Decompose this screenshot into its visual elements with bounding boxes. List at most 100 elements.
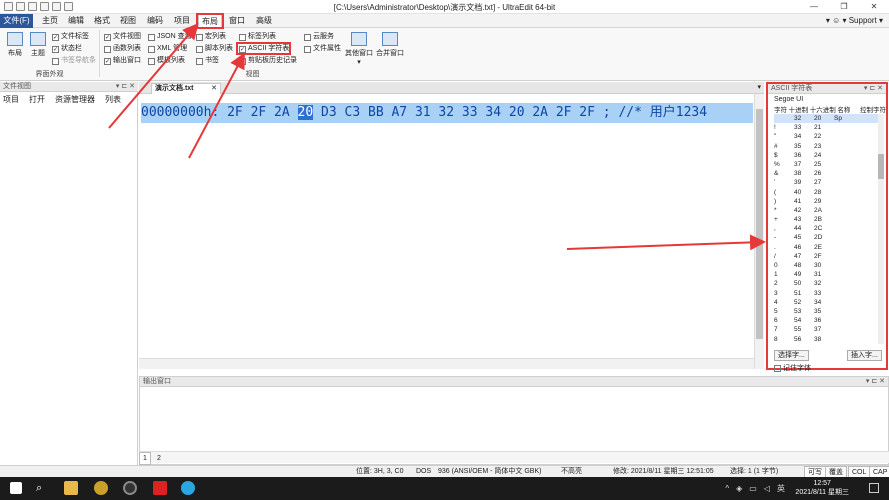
ascii-row[interactable]: , 44 2C — [774, 224, 880, 233]
ascii-row[interactable]: 8 56 38 — [774, 335, 880, 344]
status-highlight[interactable]: 不高亮 — [561, 466, 582, 477]
ascii-row[interactable]: - 45 2D — [774, 233, 880, 242]
output-panel-controls[interactable]: ▾ ⊏ ✕ — [866, 377, 885, 387]
editor-vertical-scrollbar[interactable] — [754, 94, 764, 369]
ascii-row[interactable]: ' 39 27 — [774, 178, 880, 187]
toggle-json-viewer[interactable]: JSON 查看 — [148, 32, 192, 42]
shield-icon[interactable]: ◈ — [736, 477, 742, 500]
toggle-cloud-services[interactable]: 云服务 — [304, 32, 334, 42]
wps-icon[interactable] — [153, 481, 167, 495]
tab-open[interactable]: 打开 — [29, 94, 45, 105]
tab-demo-file[interactable]: 演示文档.txt ✕ — [151, 83, 221, 94]
close-button[interactable]: ✕ — [859, 0, 889, 14]
media-app-icon[interactable] — [123, 481, 137, 495]
tab-explorer[interactable]: 资源管理器 — [55, 94, 95, 105]
toggle-file-tabs[interactable]: ✓ 文件标签 — [52, 32, 89, 42]
notification-icon[interactable] — [869, 483, 879, 493]
other-windows-button[interactable]: 其他窗口 ▾ — [345, 32, 373, 66]
ascii-row[interactable]: / 47 2F — [774, 252, 880, 261]
toggle-output-window[interactable]: ✓ 输出窗口 — [104, 56, 141, 66]
ascii-row[interactable]: 4 52 34 — [774, 298, 880, 307]
merge-windows-button[interactable]: 合并窗口 — [376, 32, 404, 58]
output-header: 输出窗口 ▾ ⊏ ✕ — [140, 377, 888, 387]
insert-char-button[interactable]: 插入字... — [847, 350, 882, 361]
ascii-row[interactable]: . 46 2E — [774, 243, 880, 252]
ascii-row[interactable]: 5 53 35 — [774, 307, 880, 316]
tab-list-dropdown-icon[interactable]: ▾ — [757, 83, 761, 91]
ascii-panel-controls[interactable]: ▾ ⊏ ✕ — [864, 84, 883, 94]
status-dos[interactable]: DOS — [416, 466, 431, 477]
toggle-macro-list[interactable]: 宏列表 — [196, 32, 226, 42]
choose-font-button[interactable]: 选择字... — [774, 350, 809, 361]
toggle-function-list[interactable]: 函数列表 — [104, 44, 141, 54]
panel-controls[interactable]: ▾ ⊏ ✕ — [116, 82, 135, 92]
ascii-row[interactable]: % 37 25 — [774, 160, 880, 169]
minimize-button[interactable]: — — [799, 0, 829, 14]
scroll-thumb[interactable] — [756, 109, 763, 339]
ascii-row[interactable]: 7 55 37 — [774, 325, 880, 334]
menu-encoding[interactable]: 编码 — [143, 14, 167, 28]
menu-support[interactable]: ▾ ☺ ▾ Support ▾ — [826, 14, 883, 28]
tray-arrow-icon[interactable]: ^ — [725, 477, 729, 500]
windows-start-icon[interactable] — [10, 482, 22, 494]
tab-project[interactable]: 项目 — [3, 94, 19, 105]
network-icon[interactable]: ▭ — [749, 477, 757, 500]
ascii-row[interactable]: +43 2B — [774, 215, 880, 224]
ascii-row[interactable]: & 38 26 — [774, 169, 880, 178]
menu-advanced[interactable]: 高级 — [252, 14, 276, 28]
toggle-file-properties[interactable]: 文件属性 — [304, 44, 341, 54]
menu-format[interactable]: 格式 — [90, 14, 114, 28]
toggle-template-list[interactable]: 模板列表 — [148, 56, 185, 66]
menu-window[interactable]: 窗口 — [225, 14, 249, 28]
toggle-statusbar[interactable]: ✓ 状态栏 — [52, 44, 82, 54]
ascii-row[interactable]: " 34 22 — [774, 132, 880, 141]
menu-project[interactable]: 项目 — [170, 14, 194, 28]
ascii-row[interactable]: 1 49 31 — [774, 270, 880, 279]
editor-horizontal-scrollbar[interactable] — [139, 358, 754, 369]
hex-editor[interactable]: 00000000h: 2F 2F 2A 20 D3 C3 BB A7 31 32… — [139, 94, 754, 369]
ascii-row[interactable]: 0 48 30 — [774, 261, 880, 270]
output-page-2[interactable]: 2 — [153, 453, 165, 464]
ascii-row[interactable]: 32 20 Sp — [774, 114, 880, 124]
hex-line[interactable]: 00000000h: 2F 2F 2A 20 D3 C3 BB A7 31 32… — [141, 103, 753, 123]
menu-file[interactable]: 文件(F) — [0, 14, 33, 28]
search-icon[interactable]: ⌕ — [36, 481, 50, 495]
ascii-rows[interactable]: 32 20 Sp! 33 21 " 34 22 #35 23 $36 24% 37 25 & 38 26 ' 39 2… — [774, 114, 880, 344]
menu-home[interactable]: 主页 — [38, 14, 62, 28]
close-tab-icon[interactable]: ✕ — [211, 84, 217, 94]
toggle-xml-manager[interactable]: XML 管理 — [148, 44, 187, 54]
toggle-file-view[interactable]: ✓ 文件视图 — [104, 32, 141, 42]
ascii-scrollbar[interactable] — [878, 114, 884, 344]
tab-list[interactable]: 列表 — [105, 94, 121, 105]
ascii-scroll-thumb[interactable] — [878, 154, 884, 179]
volume-icon[interactable]: ◁ — [764, 477, 770, 500]
ascii-row[interactable]: 3 51 33 — [774, 289, 880, 298]
toggle-tag-list[interactable]: 标签列表 — [239, 32, 276, 42]
ascii-row[interactable]: (40 28 — [774, 188, 880, 197]
status-encoding[interactable]: 936 (ANSI/OEM - 简体中文 GBK) — [438, 466, 541, 477]
toggle-clipboard-history[interactable]: 剪贴板历史记录 — [239, 56, 297, 66]
ultraedit-icon[interactable] — [94, 481, 108, 495]
selected-byte[interactable]: 20 — [297, 105, 314, 120]
restore-button[interactable]: ❐ — [829, 0, 859, 14]
ascii-row[interactable]: 6 54 36 — [774, 316, 880, 325]
browser-icon[interactable] — [181, 481, 195, 495]
ascii-row[interactable]: ! 33 21 — [774, 123, 880, 132]
toggle-bookmark-nav[interactable]: 书签导航条 — [52, 56, 96, 66]
remember-font-checkbox[interactable]: 记住字体 — [774, 363, 811, 373]
toggle-bookmarks[interactable]: 书签 — [196, 56, 219, 66]
ime-indicator[interactable]: 英 — [777, 477, 785, 500]
menu-view[interactable]: 视图 — [116, 14, 140, 28]
ascii-row[interactable]: $36 24 — [774, 151, 880, 160]
ascii-row[interactable]: #35 23 — [774, 142, 880, 151]
toggle-script-list[interactable]: 脚本列表 — [196, 44, 233, 54]
ascii-row[interactable]: 2 50 32 — [774, 279, 880, 288]
output-page-1[interactable]: 1 — [139, 452, 151, 465]
ascii-row[interactable]: * 42 2A — [774, 206, 880, 215]
menu-edit[interactable]: 编辑 — [64, 14, 88, 28]
theme-button[interactable]: 主题 — [28, 32, 48, 58]
ascii-row[interactable]: ) 41 29 — [774, 197, 880, 206]
file-explorer-icon[interactable] — [64, 481, 78, 495]
taskbar-clock[interactable]: 12:57 2021/8/11 星期三 — [795, 479, 849, 497]
layout-button[interactable]: 布局 — [5, 32, 25, 58]
